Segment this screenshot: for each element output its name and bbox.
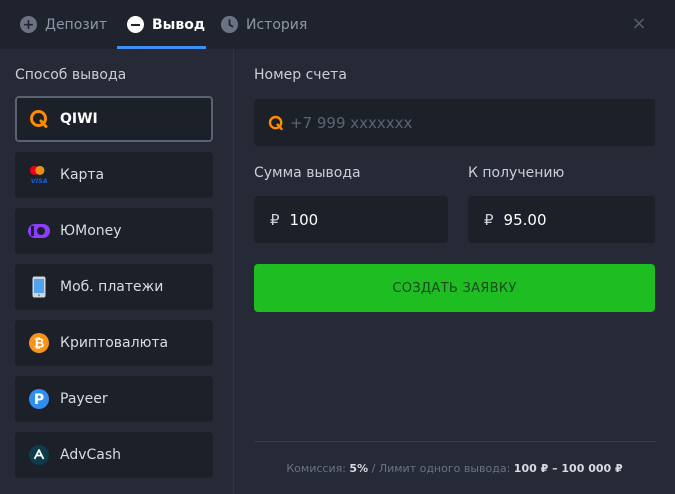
tab-history-label: История: [246, 16, 308, 33]
ruble-icon: ₽: [484, 210, 494, 229]
tabs-header: + Депозит Вывод История ×: [0, 0, 675, 49]
method-mobile[interactable]: Моб. платежи: [15, 264, 213, 310]
receive-field: ₽ 95.00: [468, 196, 655, 243]
footer-info: Комиссия: 5% / Лимит одного вывода: 100 …: [254, 462, 655, 475]
payeer-icon: P: [28, 388, 50, 410]
footer-separator: /: [371, 462, 376, 475]
clock-icon: [221, 16, 238, 33]
svg-text:VISA: VISA: [31, 177, 48, 185]
create-request-button[interactable]: СОЗДАТЬ ЗАЯВКУ: [254, 264, 655, 312]
method-label: Моб. платежи: [60, 279, 164, 295]
method-label: AdvCash: [60, 447, 122, 463]
methods-title: Способ вывода: [15, 67, 127, 83]
receive-value: 95.00: [503, 210, 547, 229]
advcash-icon: [28, 444, 50, 466]
amount-input[interactable]: 100: [290, 211, 319, 229]
minus-circle-icon: [127, 16, 144, 33]
limit-value: 100 ₽ – 100 000 ₽: [513, 462, 623, 475]
method-advcash[interactable]: AdvCash: [15, 432, 213, 478]
account-input[interactable]: +7 999 xxxxxxx: [290, 114, 412, 132]
tab-deposit-label: Депозит: [45, 16, 107, 33]
account-field[interactable]: +7 999 xxxxxxx: [254, 99, 655, 146]
method-label: Криптовалюта: [60, 335, 169, 351]
receive-label: К получению: [468, 165, 565, 181]
ruble-icon: ₽: [270, 210, 280, 229]
commission-value: 5%: [349, 462, 369, 475]
tab-withdraw[interactable]: Вывод: [127, 0, 205, 49]
amount-label: Сумма вывода: [254, 165, 361, 181]
tab-withdraw-label: Вывод: [152, 16, 206, 33]
tab-history[interactable]: История: [221, 0, 307, 49]
method-payeer[interactable]: P Payeer: [15, 376, 213, 422]
limit-label: Лимит одного вывода:: [378, 462, 511, 475]
withdraw-modal: + Депозит Вывод История × Способ вывода …: [0, 0, 675, 494]
footer-divider: [254, 441, 656, 442]
method-card[interactable]: VISA Карта: [15, 152, 213, 198]
tab-deposit[interactable]: + Депозит: [20, 0, 107, 49]
qiwi-icon: [28, 108, 50, 130]
method-label: QIWI: [60, 111, 98, 127]
bitcoin-icon: ₿: [28, 332, 50, 354]
qiwi-icon: [268, 115, 284, 131]
amount-field[interactable]: ₽ 100: [254, 196, 448, 243]
phone-icon: [28, 276, 50, 298]
plus-circle-icon: +: [20, 16, 37, 33]
method-crypto[interactable]: ₿ Криптовалюта: [15, 320, 213, 366]
method-qiwi[interactable]: QIWI: [15, 96, 213, 142]
mastercard-visa-icon: VISA: [28, 164, 50, 186]
account-label: Номер счета: [254, 67, 347, 83]
method-label: Карта: [60, 167, 105, 183]
method-label: ЮMoney: [60, 223, 122, 239]
yumoney-icon: [28, 220, 50, 242]
close-icon[interactable]: ×: [629, 13, 649, 34]
method-label: Payeer: [60, 391, 108, 407]
commission-label: Комиссия:: [286, 462, 346, 475]
svg-text:P: P: [34, 392, 44, 408]
svg-text:₿: ₿: [34, 337, 45, 352]
method-yumoney[interactable]: ЮMoney: [15, 208, 213, 254]
